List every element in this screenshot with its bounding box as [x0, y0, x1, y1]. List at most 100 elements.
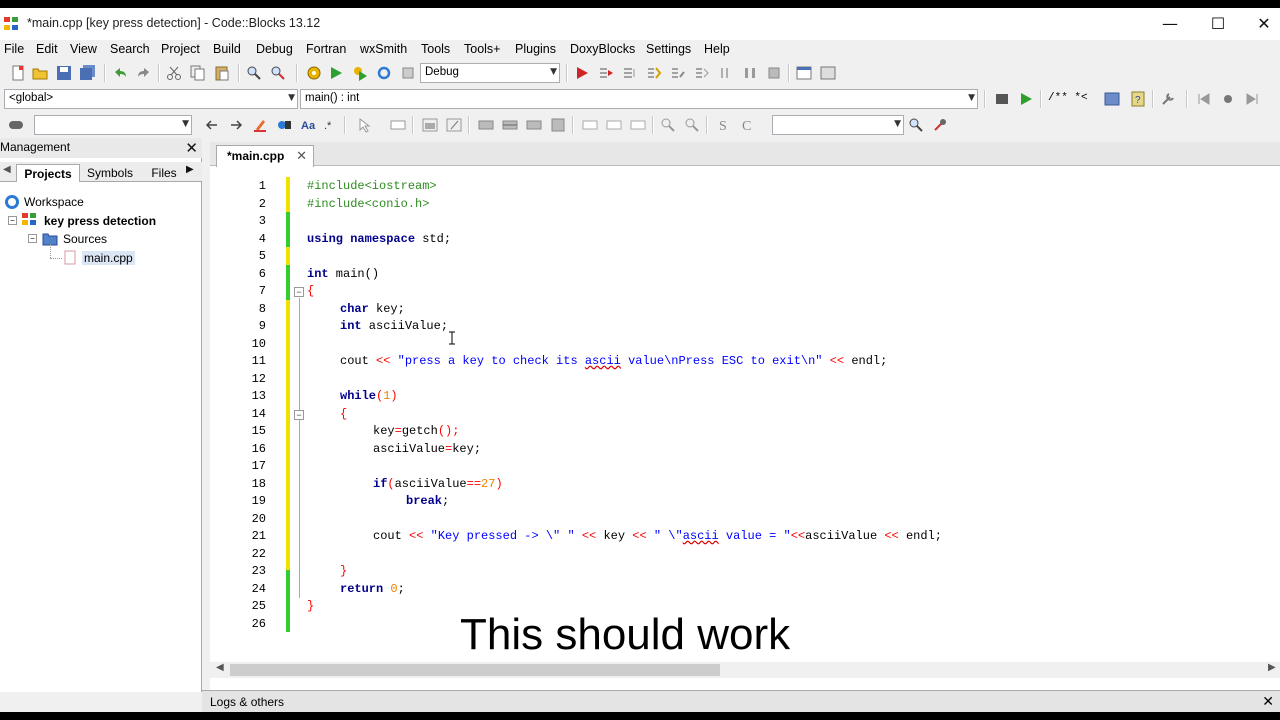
- bookmark-toggle-icon[interactable]: [1220, 91, 1236, 107]
- open-folder-icon[interactable]: [32, 65, 48, 81]
- zoom-in-icon[interactable]: [660, 117, 676, 133]
- symbol-search-input[interactable]: ▼: [772, 115, 904, 135]
- tab-scroll-right-icon[interactable]: ▶: [186, 164, 194, 175]
- regex-icon[interactable]: [276, 117, 292, 133]
- image-widget-icon[interactable]: [422, 117, 438, 133]
- tab-symbols[interactable]: Symbols: [82, 164, 138, 182]
- match-word-icon[interactable]: .*: [322, 117, 338, 133]
- sizer-top-icon[interactable]: [478, 117, 494, 133]
- menu-file[interactable]: File: [4, 42, 24, 56]
- match-case-icon[interactable]: Aa: [300, 117, 316, 133]
- fold-toggle[interactable]: −: [294, 410, 304, 420]
- tree-collapse-toggle[interactable]: −: [28, 234, 37, 243]
- highlight-icon[interactable]: [252, 117, 268, 133]
- save-all-icon[interactable]: [80, 65, 96, 81]
- paste-icon[interactable]: [214, 65, 230, 81]
- debug-start-icon[interactable]: [574, 65, 590, 81]
- scroll-left-icon[interactable]: ◀: [216, 662, 224, 673]
- arrow-right-icon[interactable]: [228, 117, 244, 133]
- menu-project[interactable]: Project: [161, 42, 200, 56]
- zoom-out-icon[interactable]: [684, 117, 700, 133]
- maximize-button[interactable]: ☐: [1198, 12, 1238, 36]
- minimize-button[interactable]: —: [1150, 12, 1190, 36]
- tree-collapse-toggle[interactable]: −: [8, 216, 17, 225]
- next-line-icon[interactable]: [622, 65, 638, 81]
- settings-tools-icon[interactable]: [932, 117, 948, 133]
- save-icon[interactable]: [56, 65, 72, 81]
- menu-debug[interactable]: Debug: [256, 42, 293, 56]
- sizer-bottom-icon[interactable]: [526, 117, 542, 133]
- arrow-left-icon[interactable]: [204, 117, 220, 133]
- menu-settings[interactable]: Settings: [646, 42, 691, 56]
- code-editor[interactable]: 1 2 3 4 5 6 7 8 9 10 11 12 13 14 15 16 1…: [210, 170, 1280, 660]
- doxyblocks-comment-button[interactable]: /** *<: [1048, 92, 1088, 104]
- tree-workspace[interactable]: Workspace: [24, 195, 84, 209]
- stop-debug-icon[interactable]: [766, 65, 782, 81]
- build-gear-icon[interactable]: [306, 65, 322, 81]
- find-icon[interactable]: [246, 65, 262, 81]
- menu-view[interactable]: View: [70, 42, 97, 56]
- symbol-s-icon[interactable]: S: [716, 117, 732, 133]
- tab-scroll-left-icon[interactable]: ◀: [3, 164, 11, 175]
- debug-windows-icon[interactable]: [796, 65, 812, 81]
- menu-plugins[interactable]: Plugins: [515, 42, 556, 56]
- tree-main-cpp[interactable]: main.cpp: [82, 251, 135, 265]
- build-and-run-icon[interactable]: [352, 65, 368, 81]
- sizer-middle-icon[interactable]: [502, 117, 518, 133]
- symbol-c-icon[interactable]: C: [740, 117, 756, 133]
- edit-widget-icon[interactable]: [446, 117, 462, 133]
- copy-icon[interactable]: [190, 65, 206, 81]
- pointer-icon[interactable]: [356, 117, 372, 133]
- bookmark-prev-icon[interactable]: [1196, 91, 1212, 107]
- menu-tools-plus[interactable]: Tools+: [464, 42, 500, 56]
- tab-projects[interactable]: Projects: [16, 164, 80, 182]
- various-info-icon[interactable]: [820, 65, 836, 81]
- editor-tab-main-cpp[interactable]: *main.cpp ✕: [216, 145, 314, 167]
- redo-icon[interactable]: [136, 65, 152, 81]
- rebuild-icon[interactable]: [376, 65, 392, 81]
- step-into-icon[interactable]: [646, 65, 662, 81]
- border-right-icon[interactable]: [630, 117, 646, 133]
- border-left-icon[interactable]: [582, 117, 598, 133]
- step-into-instruction-icon[interactable]: [718, 65, 734, 81]
- bookmark-next-icon[interactable]: [1244, 91, 1260, 107]
- abort-icon[interactable]: [400, 65, 416, 81]
- scope-select[interactable]: <global> ▼: [4, 89, 298, 109]
- jump-declaration-icon[interactable]: [994, 91, 1010, 107]
- compiler-toggle-icon[interactable]: [8, 117, 24, 133]
- close-icon[interactable]: ✕: [1262, 693, 1274, 710]
- build-target-select[interactable]: Debug ▼: [420, 63, 560, 83]
- close-icon[interactable]: ✕: [296, 148, 307, 164]
- undo-icon[interactable]: [112, 65, 128, 81]
- scrollbar-thumb[interactable]: [230, 664, 720, 676]
- scroll-right-icon[interactable]: ▶: [1268, 662, 1276, 673]
- next-instruction-icon[interactable]: [694, 65, 710, 81]
- function-select[interactable]: main() : int ▼: [300, 89, 978, 109]
- doxywizard-icon[interactable]: [1104, 91, 1120, 107]
- border-center-icon[interactable]: [606, 117, 622, 133]
- menu-fortran[interactable]: Fortran: [306, 42, 346, 56]
- replace-icon[interactable]: [270, 65, 286, 81]
- fold-toggle[interactable]: −: [294, 287, 304, 297]
- wrench-icon[interactable]: [1160, 91, 1176, 107]
- pause-icon[interactable]: [742, 65, 758, 81]
- menu-edit[interactable]: Edit: [36, 42, 58, 56]
- menu-build[interactable]: Build: [213, 42, 241, 56]
- step-out-icon[interactable]: [670, 65, 686, 81]
- run-to-cursor-icon[interactable]: [598, 65, 614, 81]
- tab-files[interactable]: Files: [144, 164, 184, 182]
- menu-help[interactable]: Help: [704, 42, 730, 56]
- run-icon[interactable]: [328, 65, 344, 81]
- incremental-search-input[interactable]: ▼: [34, 115, 192, 135]
- jump-implementation-icon[interactable]: [1018, 91, 1034, 107]
- tree-sources-folder[interactable]: Sources: [63, 232, 107, 246]
- menu-wxsmith[interactable]: wxSmith: [360, 42, 407, 56]
- sizer-fill-icon[interactable]: [550, 117, 566, 133]
- close-icon[interactable]: ✕: [185, 139, 198, 157]
- horizontal-scrollbar[interactable]: ◀ ▶: [210, 662, 1280, 678]
- menu-search[interactable]: Search: [110, 42, 150, 56]
- widget-box-icon[interactable]: [390, 117, 406, 133]
- menu-tools[interactable]: Tools: [421, 42, 450, 56]
- close-window-button[interactable]: ✕: [1244, 12, 1280, 36]
- tree-project[interactable]: key press detection: [44, 214, 156, 228]
